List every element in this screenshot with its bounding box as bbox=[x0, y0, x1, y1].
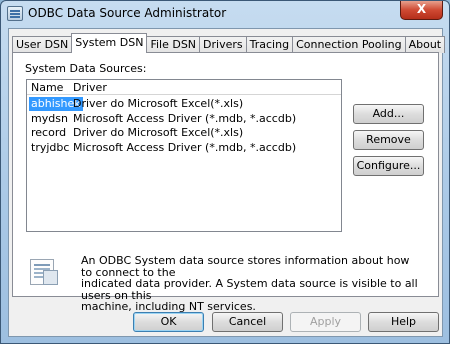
list-item[interactable]: mydsn Microsoft Access Driver (*.mdb, *.… bbox=[27, 112, 341, 127]
odbc-window: ODBC Data Source Administrator X User DS… bbox=[0, 0, 450, 344]
add-button[interactable]: Add... bbox=[353, 104, 424, 124]
system-data-sources-label: System Data Sources: bbox=[25, 62, 147, 75]
configure-button[interactable]: Configure... bbox=[353, 156, 424, 176]
dsn-name: tryjdbc bbox=[31, 140, 70, 154]
column-header-driver[interactable]: Driver bbox=[73, 81, 107, 94]
tab-system-dsn[interactable]: System DSN bbox=[71, 33, 148, 53]
dsn-name: mydsn bbox=[31, 111, 68, 125]
window-title: ODBC Data Source Administrator bbox=[28, 6, 227, 20]
odbc-app-icon bbox=[7, 6, 23, 21]
tab-tracing[interactable]: Tracing bbox=[245, 36, 294, 53]
system-dsn-panel: System Data Sources: Name Driver abhishe… bbox=[12, 52, 439, 312]
dsn-name: record bbox=[31, 126, 67, 139]
tab-connection-pooling[interactable]: Connection Pooling bbox=[292, 36, 406, 53]
list-body: abhishek Driver do Microsoft Excel(*.xls… bbox=[27, 97, 341, 155]
dsn-driver: Microsoft Access Driver (*.mdb, *.accdb) bbox=[73, 140, 297, 154]
data-sources-list[interactable]: Name Driver abhishek Driver do Microsoft… bbox=[26, 79, 342, 232]
dsn-driver: Driver do Microsoft Excel(*.xls) bbox=[73, 126, 244, 139]
tab-about[interactable]: About bbox=[404, 36, 446, 53]
apply-button[interactable]: Apply bbox=[290, 312, 361, 332]
tab-drivers[interactable]: Drivers bbox=[199, 36, 247, 53]
info-box: An ODBC System data source stores inform… bbox=[26, 249, 426, 312]
info-line: machine, including NT services. bbox=[81, 300, 256, 313]
info-line: indicated data provider. A System data s… bbox=[81, 277, 418, 302]
list-item[interactable]: record Driver do Microsoft Excel(*.xls) bbox=[27, 126, 341, 141]
close-button[interactable]: X bbox=[400, 1, 443, 20]
info-line: An ODBC System data source stores inform… bbox=[81, 254, 410, 279]
list-item[interactable]: tryjdbc Microsoft Access Driver (*.mdb, … bbox=[27, 141, 341, 156]
tab-file-dsn[interactable]: File DSN bbox=[146, 36, 201, 53]
help-button[interactable]: Help bbox=[368, 312, 439, 332]
dialog-body: User DSN System DSN File DSN Drivers Tra… bbox=[8, 28, 446, 337]
list-header: Name Driver bbox=[27, 80, 341, 95]
info-text: An ODBC System data source stores inform… bbox=[81, 255, 421, 313]
column-header-name[interactable]: Name bbox=[31, 81, 63, 94]
dsn-driver: Driver do Microsoft Excel(*.xls) bbox=[73, 97, 244, 110]
tab-user-dsn[interactable]: User DSN bbox=[12, 36, 73, 53]
database-document-icon bbox=[30, 259, 58, 285]
tab-strip: User DSN System DSN File DSN Drivers Tra… bbox=[12, 33, 446, 53]
cancel-button[interactable]: Cancel bbox=[212, 312, 283, 332]
dsn-driver: Microsoft Access Driver (*.mdb, *.accdb) bbox=[73, 111, 297, 125]
ok-button[interactable]: OK bbox=[133, 312, 204, 332]
list-item[interactable]: abhishek Driver do Microsoft Excel(*.xls… bbox=[27, 97, 341, 112]
remove-button[interactable]: Remove bbox=[353, 130, 424, 150]
title-bar[interactable]: ODBC Data Source Administrator X bbox=[1, 1, 449, 27]
